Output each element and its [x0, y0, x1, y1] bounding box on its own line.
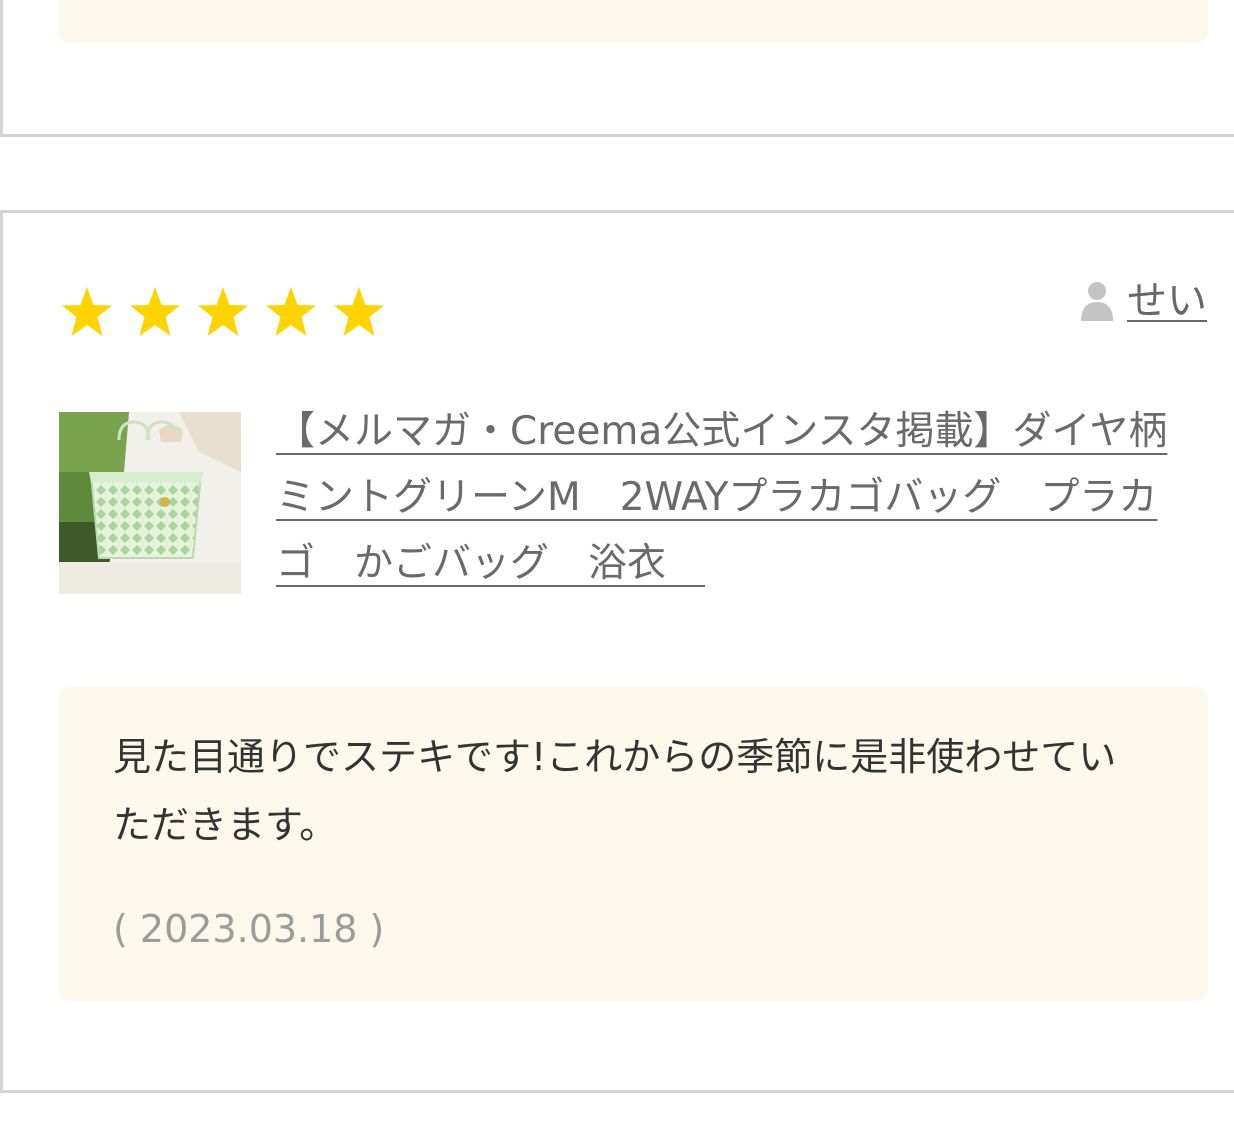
star-icon	[334, 287, 384, 336]
comment-box: 見た目通りでステキです!これからの季節に是非使わせていただきます。 ( 2023…	[58, 687, 1208, 1001]
star-icon	[198, 287, 248, 336]
review-comment: 見た目通りでステキです!これからの季節に是非使わせていただきます。	[113, 735, 1117, 847]
product-link[interactable]: 【メルマガ・Creema公式インスタ掲載】ダイヤ柄ミントグリーンM 2WAYプラ…	[276, 399, 1196, 597]
reviewer-name[interactable]: せい	[1127, 277, 1207, 325]
reviewer-link[interactable]: せい	[1079, 277, 1207, 325]
rating-stars	[59, 285, 387, 339]
previous-comment-box	[58, 0, 1208, 43]
review-date: ( 2023.03.18 )	[113, 907, 385, 951]
star-icon	[130, 287, 180, 336]
previous-review-card	[0, 0, 1234, 137]
star-icon	[266, 287, 316, 336]
star-icon	[62, 287, 112, 336]
user-icon	[1081, 282, 1113, 321]
review-card: せい 【メルマガ・Creema公式インスタ掲載】ダイヤ柄ミントグリーンM 2WA…	[0, 210, 1234, 1093]
product-thumbnail-image	[59, 412, 241, 594]
product-thumbnail[interactable]	[59, 412, 241, 594]
